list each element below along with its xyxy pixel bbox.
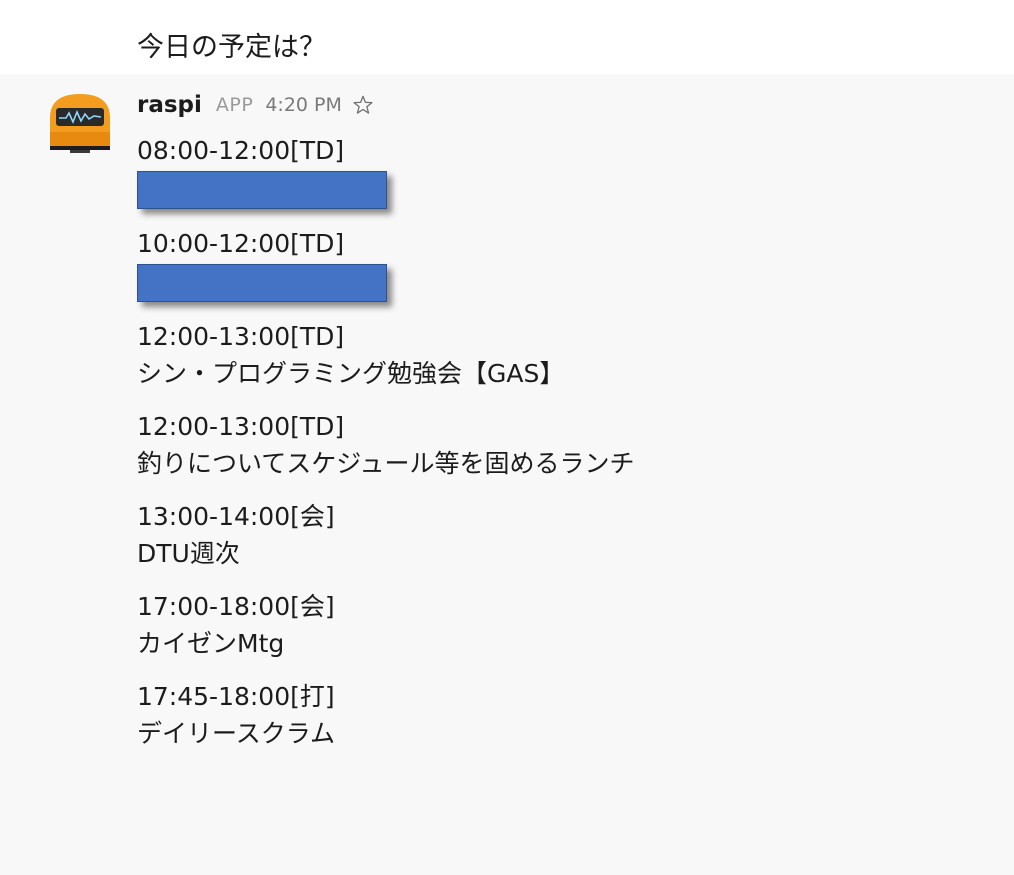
message-header: raspi APP 4:20 PM [137, 88, 374, 122]
event-time: 12:00-13:00[TD] [137, 412, 345, 441]
redacted-title-block [137, 171, 387, 209]
user-message-text: 今日の予定は？ [137, 32, 326, 63]
event-title: デイリースクラム [137, 719, 336, 748]
event-title: 釣りについてスケジュール等を固めるランチ [137, 449, 635, 478]
event-item: 08:00-12:00[TD] [137, 132, 997, 209]
event-item: 10:00-12:00[TD] [137, 225, 997, 302]
message-timestamp[interactable]: 4:20 PM [265, 94, 342, 116]
event-time: 08:00-12:00[TD] [137, 136, 345, 165]
event-item: 12:00-13:00[TD] 釣りについてスケジュール等を固めるランチ [137, 408, 997, 482]
event-item: 12:00-13:00[TD] シン・プログラミング勉強会【GAS】 [137, 318, 997, 392]
event-item: 17:45-18:00[打] デイリースクラム [137, 678, 997, 752]
event-time: 17:00-18:00[会] [137, 592, 335, 621]
redacted-title-block [137, 264, 387, 302]
event-item: 17:00-18:00[会] カイゼンMtg [137, 588, 997, 662]
event-title: DTU週次 [137, 539, 240, 568]
bot-message: raspi APP 4:20 PM 08:00-12:00[TD] 10:00-1… [0, 74, 1014, 875]
event-item: 13:00-14:00[会] DTU週次 [137, 498, 997, 572]
event-time: 17:45-18:00[打] [137, 682, 335, 711]
app-badge: APP [215, 94, 254, 116]
robot-avatar-icon[interactable] [42, 88, 118, 160]
user-message: 今日の予定は？ [0, 0, 1014, 74]
event-time: 13:00-14:00[会] [137, 502, 335, 531]
event-time: 10:00-12:00[TD] [137, 229, 345, 258]
event-title: カイゼンMtg [137, 629, 285, 658]
event-title: シン・プログラミング勉強会【GAS】 [137, 359, 565, 388]
star-outline-icon[interactable] [352, 94, 374, 116]
event-list: 08:00-12:00[TD] 10:00-12:00[TD] 12:00-13:0… [137, 132, 997, 768]
event-time: 12:00-13:00[TD] [137, 322, 345, 351]
sender-name[interactable]: raspi [137, 92, 202, 118]
